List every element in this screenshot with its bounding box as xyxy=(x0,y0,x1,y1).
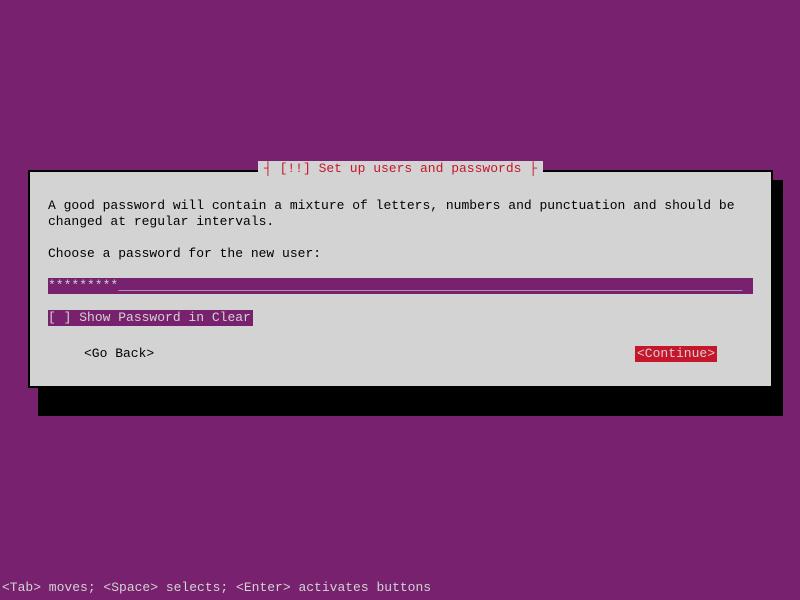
checkbox-label: Show Password in Clear xyxy=(79,310,251,325)
password-input[interactable]: *********_______________________________… xyxy=(48,278,753,294)
go-back-button[interactable]: <Go Back> xyxy=(84,346,154,362)
checkbox-row: [ ] Show Password in Clear xyxy=(48,310,753,326)
title-bracket-left: ┤ xyxy=(264,161,280,176)
dialog: ┤ [!!] Set up users and passwords ├ A go… xyxy=(28,170,773,388)
dialog-title-row: ┤ [!!] Set up users and passwords ├ xyxy=(30,161,771,177)
footer-help-text: <Tab> moves; <Space> selects; <Enter> ac… xyxy=(2,580,431,596)
button-row: <Go Back> <Continue> xyxy=(48,346,753,368)
title-bracket-right: ├ xyxy=(521,161,537,176)
show-password-checkbox[interactable]: [ ] Show Password in Clear xyxy=(48,310,253,326)
description-text: A good password will contain a mixture o… xyxy=(48,198,753,230)
dialog-title: ┤ [!!] Set up users and passwords ├ xyxy=(258,161,543,177)
dialog-wrapper: ┤ [!!] Set up users and passwords ├ A go… xyxy=(28,170,773,388)
password-masked-value: ********* xyxy=(48,278,118,293)
password-filler: ________________________________________… xyxy=(118,278,742,293)
continue-button[interactable]: <Continue> xyxy=(635,346,717,362)
dialog-content: A good password will contain a mixture o… xyxy=(38,180,763,378)
prompt-text: Choose a password for the new user: xyxy=(48,246,753,262)
title-text: [!!] Set up users and passwords xyxy=(280,161,522,176)
checkbox-state: [ ] xyxy=(48,310,71,325)
